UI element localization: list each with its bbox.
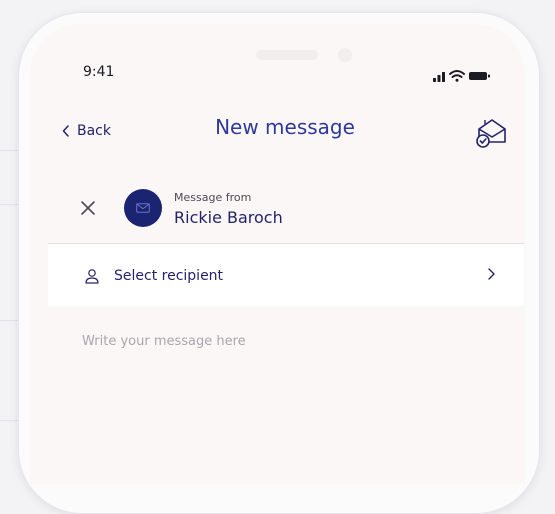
- select-recipient-label: Select recipient: [114, 268, 224, 284]
- avatar: [124, 189, 162, 227]
- select-recipient-row[interactable]: Select recipient: [48, 244, 524, 306]
- back-button[interactable]: Back: [62, 121, 111, 141]
- background-line: [0, 204, 20, 205]
- signal-icon: [433, 72, 445, 82]
- sender-caption: Message from: [174, 191, 252, 204]
- page-title: New message: [215, 115, 355, 139]
- chevron-right-icon: [488, 268, 495, 280]
- status-time: 9:41: [83, 64, 115, 80]
- close-icon[interactable]: [78, 198, 98, 218]
- message-area: [48, 306, 524, 469]
- chevron-left-icon: [62, 125, 69, 137]
- envelope-open-check-icon[interactable]: [474, 114, 510, 150]
- wifi-icon: [449, 70, 465, 82]
- background-line: [0, 150, 20, 151]
- person-icon: [85, 269, 99, 284]
- background-line: [0, 420, 20, 421]
- envelope-icon: [136, 203, 150, 213]
- back-label: Back: [77, 123, 111, 139]
- message-input[interactable]: [82, 334, 502, 444]
- sender-name: Rickie Baroch: [174, 208, 283, 227]
- background-line: [0, 320, 20, 321]
- phone-speaker: [256, 50, 318, 60]
- battery-icon: [469, 72, 490, 80]
- status-bar-icons: [433, 70, 490, 82]
- phone-camera: [338, 48, 352, 62]
